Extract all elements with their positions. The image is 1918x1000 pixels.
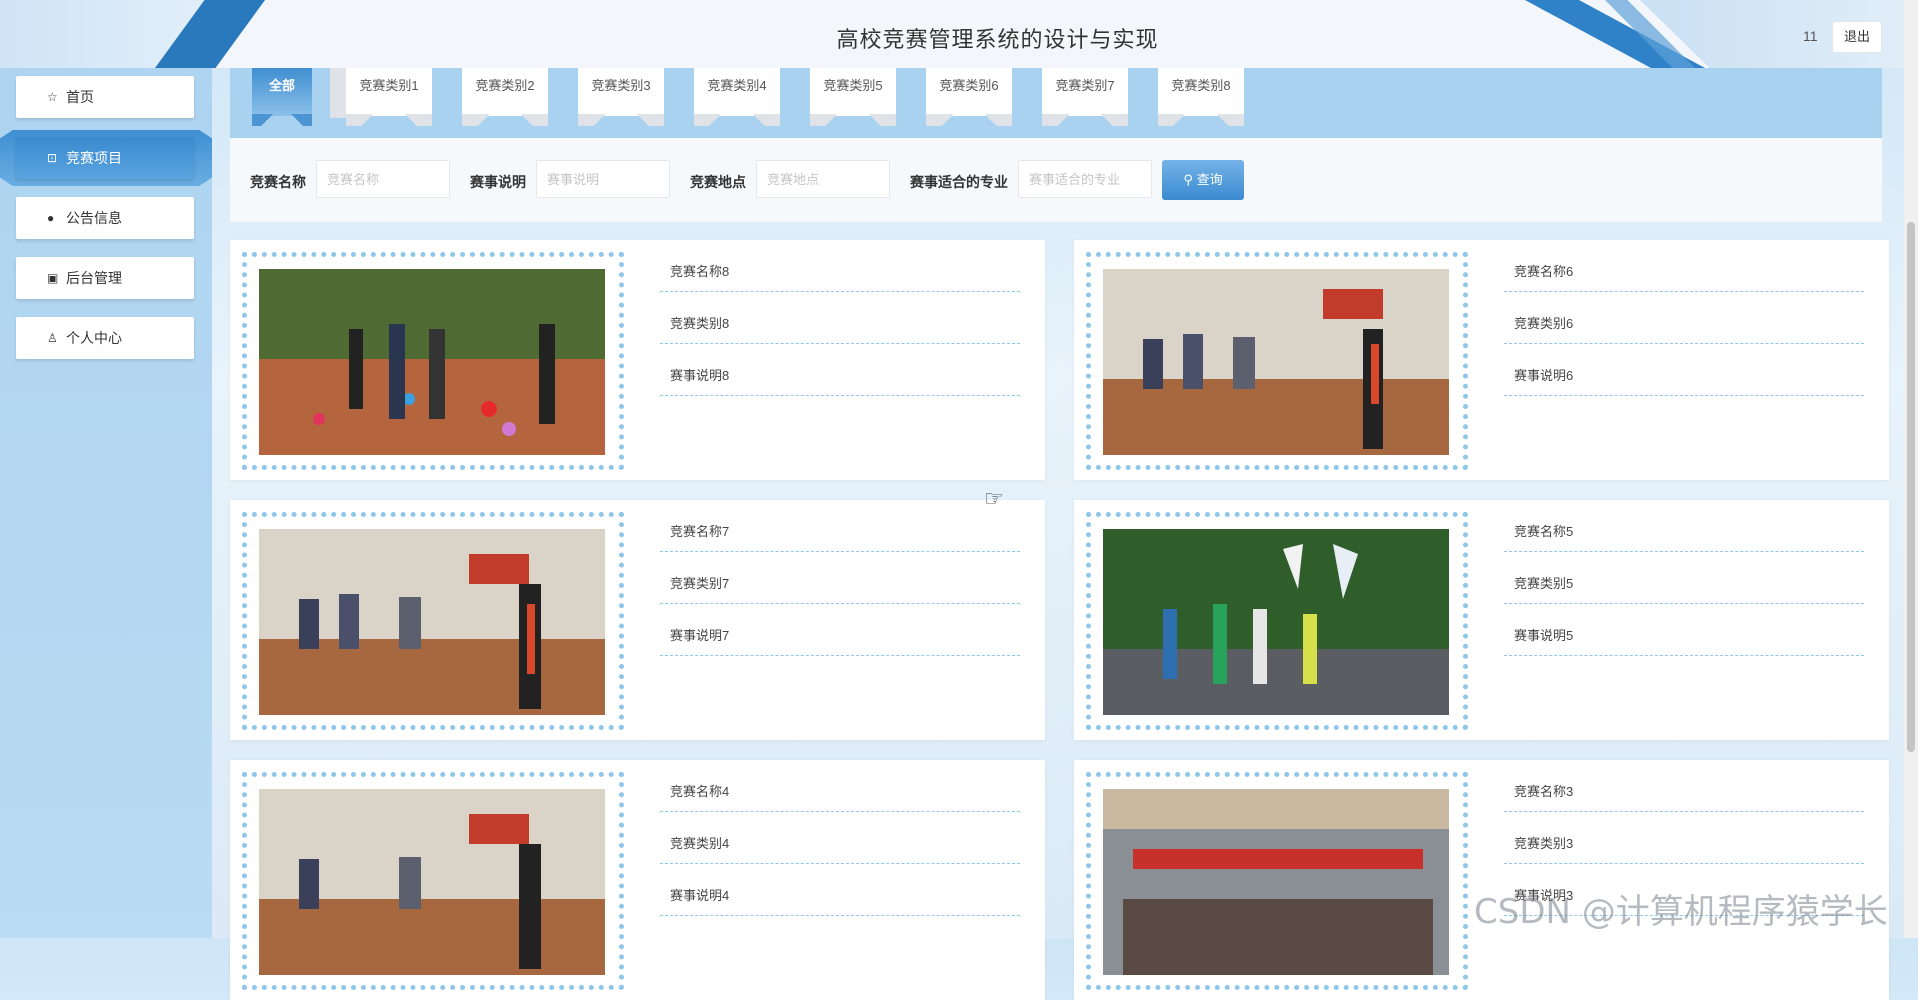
sidebar-item-admin[interactable]: ▣ 后台管理 [16,257,194,299]
major-search-input[interactable] [1018,160,1152,198]
card-category: 竞赛类别6 [1504,304,1864,344]
sidebar: ☆ 首页 ⊡ 竞赛项目 ● 公告信息 ▣ 后台管理 ♙ 个人中心 [0,68,212,938]
top-header: 高校竞赛管理系统的设计与实现 11 退出 [0,0,1918,69]
card-name: 竞赛名称5 [1504,512,1864,552]
location-search-input[interactable] [756,160,890,198]
search-label-name: 竞赛名称 [250,174,306,190]
search-label-location: 竞赛地点 [690,174,746,190]
card-name: 竞赛名称7 [660,512,1020,552]
mouse-cursor-icon: ☞ [984,486,1004,511]
sidebar-item-announcements[interactable]: ● 公告信息 [16,197,194,239]
sidebar-item-label: 后台管理 [66,270,122,286]
card-description: 赛事说明8 [660,356,1020,396]
card-name: 竞赛名称8 [660,252,1020,292]
sidebar-item-contests[interactable]: ⊡ 竞赛项目 [16,137,194,179]
tab-category-3[interactable]: 竞赛类别3 [578,68,664,126]
desc-search-input[interactable] [536,160,670,198]
card-category: 竞赛类别8 [660,304,1020,344]
logout-button[interactable]: 退出 [1832,21,1882,53]
page-scrollbar[interactable] [1904,0,1918,938]
contest-photo[interactable] [1103,789,1449,975]
search-label-major: 赛事适合的专业 [910,174,1008,190]
contest-photo[interactable] [259,269,605,455]
sidebar-item-label: 首页 [66,89,94,105]
sidebar-item-label: 公告信息 [66,210,122,226]
card-category: 竞赛类别7 [660,564,1020,604]
card-description: 赛事说明4 [660,876,1020,916]
card-description: 赛事说明5 [1504,616,1864,656]
photo-frame [242,252,624,470]
card-description: 赛事说明6 [1504,356,1864,396]
contest-card[interactable]: 竞赛名称3 竞赛类别3 赛事说明3 [1074,760,1889,1000]
bag-icon: ⊡ [47,151,58,165]
app-title: 高校竞赛管理系统的设计与实现 [836,27,1159,52]
contest-photo[interactable] [259,529,605,715]
name-search-input[interactable] [316,160,450,198]
sidebar-item-home[interactable]: ☆ 首页 [16,76,194,118]
username: 11 [1803,28,1818,44]
tab-category-2[interactable]: 竞赛类别2 [462,68,548,126]
card-category: 竞赛类别3 [1504,824,1864,864]
tab-all[interactable]: 全部 [252,68,312,126]
card-name: 竞赛名称6 [1504,252,1864,292]
star-icon: ☆ [47,90,58,104]
contest-photo[interactable] [259,789,605,975]
tab-category-7[interactable]: 竞赛类别7 [1042,68,1128,126]
tab-category-1[interactable]: 竞赛类别1 [346,68,432,126]
watermark: CSDN @计算机程序猿学长 [1474,892,1888,932]
contest-photo[interactable] [1103,529,1449,715]
search-button-label: 查询 [1196,172,1223,187]
photo-frame [1086,512,1468,730]
alert-icon: ● [47,211,55,225]
contest-photo[interactable] [1103,269,1449,455]
user-icon: ♙ [47,331,58,345]
contest-card[interactable]: 竞赛名称7 竞赛类别7 赛事说明7 [230,500,1045,740]
card-category: 竞赛类别4 [660,824,1020,864]
tab-category-6[interactable]: 竞赛类别6 [926,68,1012,126]
contest-card[interactable]: 竞赛名称5 竞赛类别5 赛事说明5 [1074,500,1889,740]
sidebar-item-label: 个人中心 [66,330,122,346]
sidebar-item-profile[interactable]: ♙ 个人中心 [16,317,194,359]
tab-category-4[interactable]: 竞赛类别4 [694,68,780,126]
photo-frame [1086,772,1468,990]
sidebar-item-label: 竞赛项目 [66,150,122,166]
contest-card[interactable]: 竞赛名称8 竞赛类别8 赛事说明8 [230,240,1045,480]
search-icon: ⚲ [1183,172,1193,187]
search-bar: 竞赛名称 赛事说明 竞赛地点 赛事适合的专业 ⚲ 查询 [230,138,1882,222]
category-tabs: 全部 竞赛类别1 竞赛类别2 竞赛类别3 竞赛类别4 竞赛类别5 竞赛类别6 竞… [230,68,1882,138]
briefcase-icon: ▣ [47,271,59,285]
search-label-desc: 赛事说明 [470,174,526,190]
contest-card[interactable]: 竞赛名称6 竞赛类别6 赛事说明6 [1074,240,1889,480]
scrollbar-thumb[interactable] [1907,222,1915,752]
tab-category-8[interactable]: 竞赛类别8 [1158,68,1244,126]
photo-frame [1086,252,1468,470]
contest-card[interactable]: 竞赛名称4 竞赛类别4 赛事说明4 [230,760,1045,1000]
tab-category-5[interactable]: 竞赛类别5 [810,68,896,126]
card-description: 赛事说明7 [660,616,1020,656]
photo-frame [242,512,624,730]
search-button[interactable]: ⚲ 查询 [1162,160,1244,200]
photo-frame [242,772,624,990]
card-category: 竞赛类别5 [1504,564,1864,604]
card-name: 竞赛名称4 [660,772,1020,812]
card-name: 竞赛名称3 [1504,772,1864,812]
